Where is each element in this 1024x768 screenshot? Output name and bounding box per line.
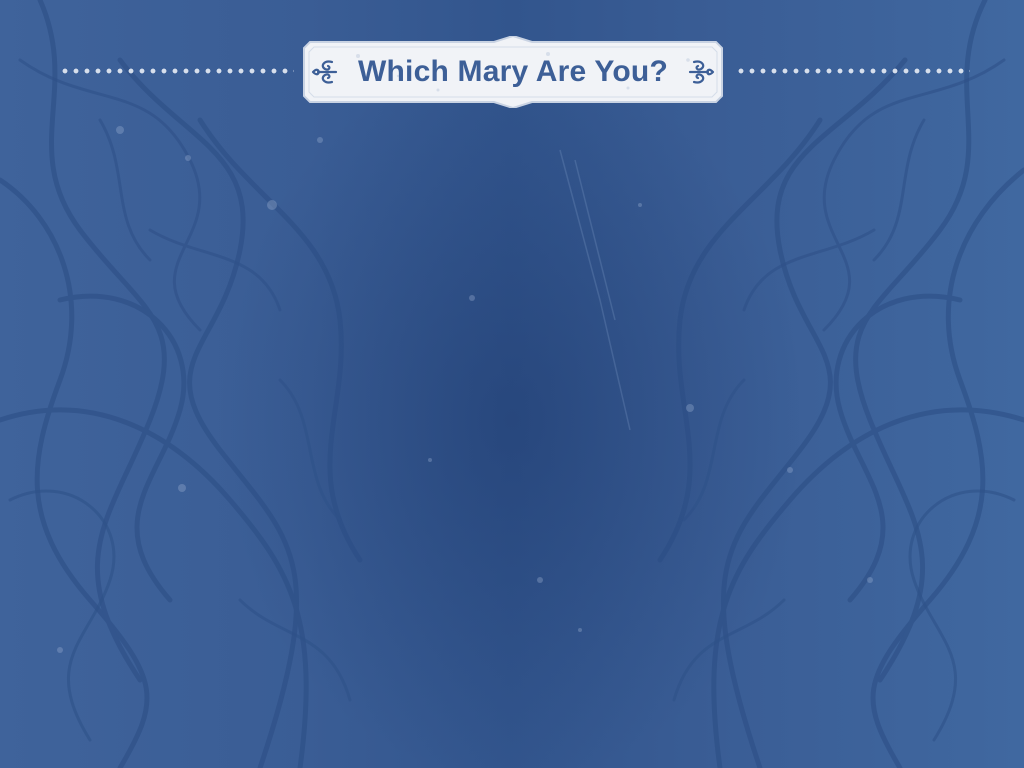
slide-title: Which Mary Are You? [358, 55, 668, 88]
title-banner: Which Mary Are You? [298, 36, 728, 108]
slide-canvas: Which Mary Are You? [0, 0, 1024, 768]
scroll-flourish-icon [311, 60, 338, 84]
scroll-flourish-icon [688, 60, 715, 84]
dotted-rule-left [62, 68, 294, 74]
dotted-rule-right [738, 68, 970, 74]
bare-branches-background [0, 0, 1024, 768]
